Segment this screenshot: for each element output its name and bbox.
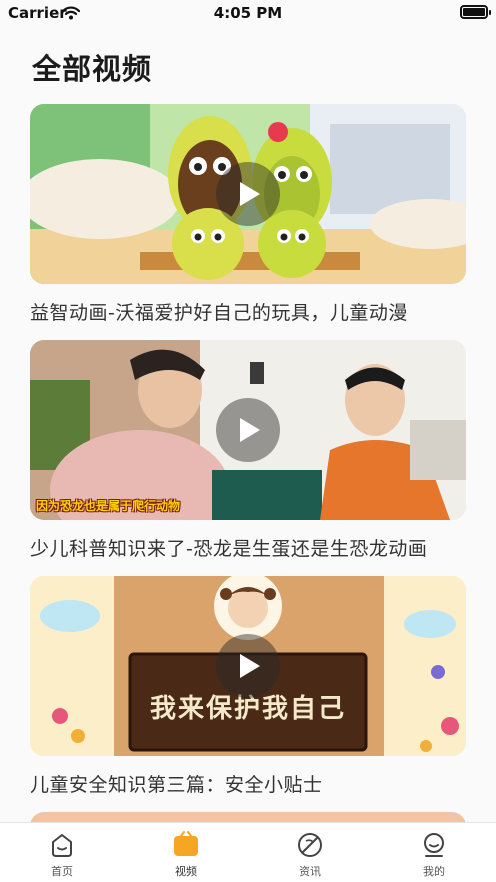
status-bar: Carrier 4:05 PM <box>0 0 496 28</box>
video-thumbnail[interactable]: 因为恐龙也是属于爬行动物 <box>30 340 466 520</box>
video-thumbnail[interactable]: 我来保护我自己 <box>30 576 466 756</box>
play-button[interactable] <box>216 162 280 226</box>
play-icon <box>240 654 260 678</box>
tab-profile-label: 我的 <box>423 865 445 878</box>
video-title[interactable]: 益智动画-沃福爱护好自己的玩具，儿童动漫 <box>30 298 466 325</box>
video-title[interactable]: 少儿科普知识来了-恐龙是生蛋还是生恐龙动画 <box>30 534 466 561</box>
tab-video[interactable]: 视频 <box>124 831 248 879</box>
play-icon <box>240 418 260 442</box>
profile-icon <box>424 833 444 857</box>
tab-news[interactable]: 资讯 <box>248 831 372 879</box>
status-time: 4:05 PM <box>213 4 283 22</box>
tab-news-label: 资讯 <box>299 865 321 878</box>
news-icon <box>298 833 322 857</box>
home-icon <box>52 834 72 857</box>
tab-profile[interactable]: 我的 <box>372 831 496 879</box>
tab-home[interactable]: 首页 <box>0 831 124 879</box>
page-title: 全部视频 <box>32 52 153 86</box>
video-card[interactable]: 益智动画-沃福爱护好自己的玩具，儿童动漫 <box>30 104 466 325</box>
video-icon <box>174 831 198 856</box>
video-thumbnail[interactable] <box>30 104 466 284</box>
video-title[interactable]: 儿童安全知识第三篇：安全小贴士 <box>30 770 466 797</box>
tab-video-label: 视频 <box>175 865 197 878</box>
play-icon <box>240 182 260 206</box>
video-subtitle-overlay: 因为恐龙也是属于爬行动物 <box>36 499 181 513</box>
play-button[interactable] <box>216 398 280 462</box>
tab-home-label: 首页 <box>51 865 73 878</box>
play-button[interactable] <box>216 634 280 698</box>
tab-bar: 首页 视频 资讯 我的 <box>0 822 496 882</box>
video-card[interactable]: 我来保护我自己 儿童安全知识第三篇：安全小贴士 <box>30 576 466 797</box>
battery-icon <box>460 5 491 19</box>
video-card[interactable]: 因为恐龙也是属于爬行动物 少儿科普知识来了-恐龙是生蛋还是生恐龙动画 <box>30 340 466 561</box>
